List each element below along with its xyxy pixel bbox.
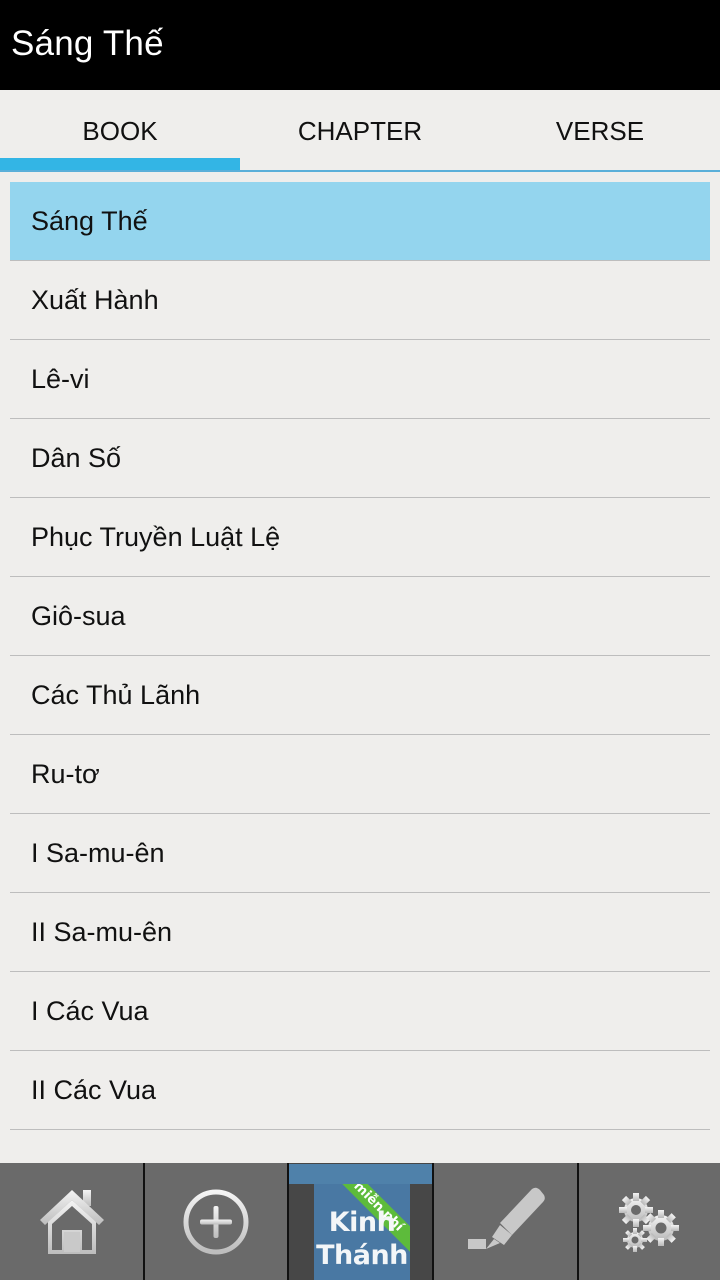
- list-item[interactable]: Xuất Hành: [10, 261, 710, 340]
- add-circle-icon: [183, 1189, 249, 1254]
- tab-bar: BOOK CHAPTER VERSE: [0, 90, 720, 172]
- nav-home-button[interactable]: [0, 1163, 145, 1280]
- list-item[interactable]: Lê-vi: [10, 340, 710, 419]
- bible-logo-icon: miễn phí Kinh Thánh: [314, 1184, 410, 1280]
- list-item[interactable]: II Sa-mu-ên: [10, 893, 710, 972]
- list-item[interactable]: Ru-tơ: [10, 735, 710, 814]
- nav-add-button[interactable]: [145, 1163, 289, 1280]
- bottom-nav: miễn phí Kinh Thánh: [0, 1163, 720, 1280]
- tab-divider: [0, 170, 720, 172]
- tab-chapter[interactable]: CHAPTER: [240, 90, 480, 170]
- list-item[interactable]: Giô-sua: [10, 577, 710, 656]
- list-item[interactable]: Dân Số: [10, 419, 710, 498]
- list-item[interactable]: II Các Vua: [10, 1051, 710, 1130]
- list-item[interactable]: I Sa-mu-ên: [10, 814, 710, 893]
- list-item[interactable]: Các Thủ Lãnh: [10, 656, 710, 735]
- highlighter-icon: [467, 1187, 545, 1249]
- gears-icon: [618, 1192, 679, 1252]
- logo-line-1: Kinh: [328, 1207, 396, 1238]
- nav-bible-button[interactable]: miễn phí Kinh Thánh: [289, 1163, 434, 1280]
- home-icon: [39, 1189, 104, 1254]
- list-item-selected[interactable]: Sáng Thế: [10, 182, 710, 261]
- active-tab-indicator: [0, 158, 240, 170]
- active-nav-indicator: [289, 1164, 432, 1184]
- tab-verse[interactable]: VERSE: [480, 90, 720, 170]
- nav-settings-button[interactable]: [579, 1163, 720, 1280]
- page-title: Sáng Thế: [11, 24, 164, 63]
- book-list[interactable]: Sáng Thế Xuất Hành Lê-vi Dân Số Phục Tru…: [10, 182, 710, 1163]
- nav-highlight-button[interactable]: [434, 1163, 579, 1280]
- list-item[interactable]: I Các Vua: [10, 972, 710, 1051]
- list-item[interactable]: Phục Truyền Luật Lệ: [10, 498, 710, 577]
- logo-line-2: Thánh: [316, 1240, 408, 1271]
- title-bar: Sáng Thế: [0, 0, 720, 90]
- logo-text: Kinh Thánh: [314, 1206, 410, 1272]
- app-root: Sáng Thế BOOK CHAPTER VERSE Sáng Thế Xuấ…: [0, 0, 720, 1280]
